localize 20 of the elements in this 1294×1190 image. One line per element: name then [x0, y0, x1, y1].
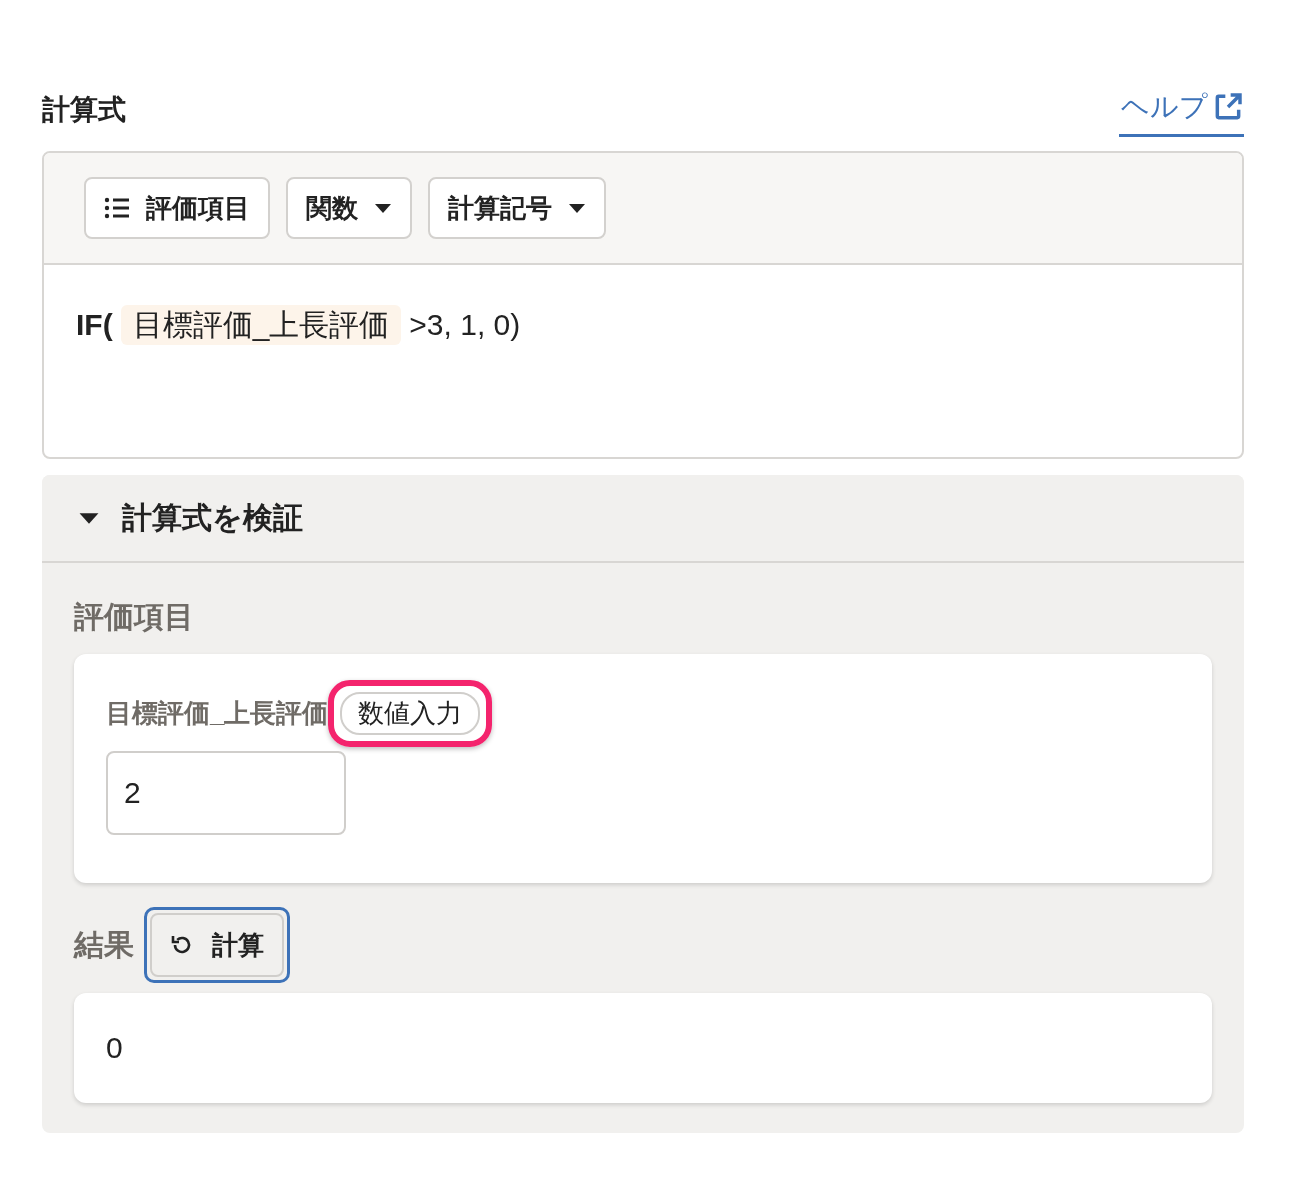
toolbar-button[interactable]: 計算記号 [428, 177, 606, 239]
section-title: 計算式 [42, 93, 126, 127]
items-label: 評価項目 [74, 599, 195, 635]
toolbar-button[interactable]: 評価項目 [84, 177, 270, 239]
result-label: 結果 [74, 926, 134, 963]
verify-toggle[interactable]: 計算式を検証 [42, 475, 1244, 563]
calculate-button[interactable]: 計算 [150, 913, 284, 977]
formula-input[interactable]: IF( 目標評価_上長評価 >3, 1, 0) [44, 265, 1242, 457]
list-icon [104, 197, 130, 219]
value-input[interactable]: 2 [106, 751, 346, 835]
item-label: 目標評価_上長評価 [106, 697, 329, 730]
help-link[interactable]: ヘルプ [1119, 88, 1244, 137]
result-output: 0 [74, 993, 1212, 1103]
caret-icon [374, 202, 392, 214]
formula-text: IF( [76, 307, 113, 343]
type-badge: 数値入力 [340, 692, 481, 735]
caret-icon [568, 202, 586, 214]
toolbar-button[interactable]: 関数 [286, 177, 412, 239]
formula-text: >3, 1, 0) [409, 307, 521, 343]
field-token: 目標評価_上長評価 [120, 305, 402, 345]
